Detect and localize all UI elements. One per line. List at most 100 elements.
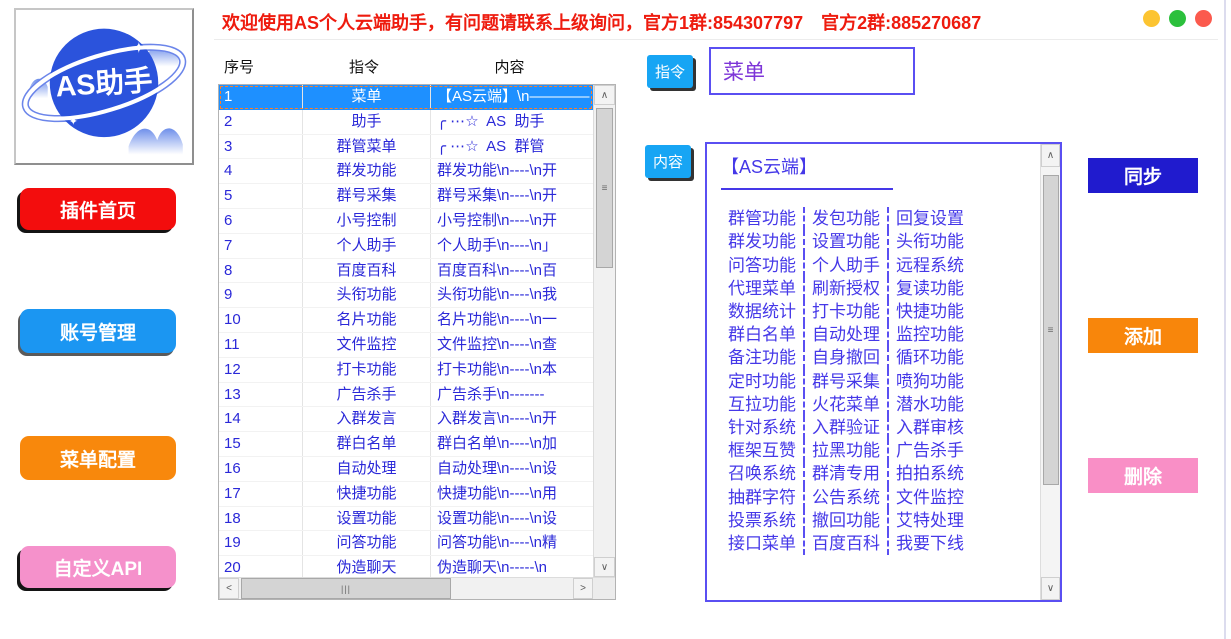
row-cmd: 设置功能: [303, 507, 431, 531]
row-content: 打卡功能\n----\n本: [431, 358, 593, 382]
menu-item: 设置功能: [803, 230, 887, 253]
menu-item: 我要下线: [887, 532, 971, 555]
custom-api-button[interactable]: 自定义API: [20, 546, 176, 588]
menu-item: 框架互赞: [721, 439, 803, 462]
header-number: 序号: [218, 56, 304, 77]
table-row[interactable]: 8 百度百科 百度百科\n----\n百: [219, 259, 593, 284]
table-row[interactable]: 9 头衔功能 头衔功能\n----\n我: [219, 283, 593, 308]
row-cmd: 群号采集: [303, 184, 431, 208]
sync-button[interactable]: 同步: [1088, 158, 1198, 193]
scroll-left-icon[interactable]: <: [219, 578, 239, 599]
row-num: 6: [219, 209, 303, 233]
menu-item: 广告杀手: [887, 439, 971, 462]
table-row[interactable]: 3 群管菜单 ╭ ⋯☆ AS 群管: [219, 135, 593, 160]
menu-item: 互拉功能: [721, 393, 803, 416]
content-label: 内容: [645, 145, 691, 178]
scroll-down-icon[interactable]: ∨: [1041, 577, 1060, 600]
table-row[interactable]: 11 文件监控 文件监控\n----\n查: [219, 333, 593, 358]
scroll-up-icon[interactable]: ∧: [1041, 144, 1060, 167]
row-content: 广告杀手\n-------: [431, 383, 593, 407]
table-row[interactable]: 1 菜单 【AS云端】\n————: [219, 85, 593, 110]
row-cmd: 问答功能: [303, 531, 431, 555]
table-row[interactable]: 14 入群发言 入群发言\n----\n开: [219, 407, 593, 432]
menu-item: 撤回功能: [803, 509, 887, 532]
menu-item: 刷新授权: [803, 277, 887, 300]
table-vertical-scrollbar[interactable]: ∧ ≡ ∨: [593, 85, 615, 577]
row-num: 13: [219, 383, 303, 407]
row-content: 个人助手\n----\n」: [431, 234, 593, 258]
row-num: 5: [219, 184, 303, 208]
row-num: 14: [219, 407, 303, 431]
menu-line: 群发功能设置功能头衔功能: [721, 230, 1036, 253]
content-vertical-scrollbar[interactable]: ∧ ≡ ∨: [1040, 144, 1060, 600]
menu-item: 回复设置: [887, 207, 971, 230]
row-num: 11: [219, 333, 303, 357]
delete-button[interactable]: 删除: [1088, 458, 1198, 493]
table-row[interactable]: 5 群号采集 群号采集\n----\n开: [219, 184, 593, 209]
menu-item: 拉黑功能: [803, 439, 887, 462]
menu-item: 打卡功能: [803, 300, 887, 323]
table-row[interactable]: 15 群白名单 群白名单\n----\n加: [219, 432, 593, 457]
table-row[interactable]: 20 伪造聊天 伪造聊天\n-----\n: [219, 556, 593, 577]
table-horizontal-scrollbar[interactable]: < ||| >: [219, 578, 593, 599]
row-num: 7: [219, 234, 303, 258]
menu-item: 代理菜单: [721, 277, 803, 300]
menu-item: 发包功能: [803, 207, 887, 230]
table-row[interactable]: 4 群发功能 群发功能\n----\n开: [219, 159, 593, 184]
content-editor[interactable]: 【AS云端】 群管功能发包功能回复设置群发功能设置功能头衔功能问答功能个人助手远…: [705, 142, 1062, 602]
row-content: 名片功能\n----\n一: [431, 308, 593, 332]
row-cmd: 打卡功能: [303, 358, 431, 382]
scroll-down-icon[interactable]: ∨: [594, 557, 615, 577]
menu-item: 复读功能: [887, 277, 971, 300]
plugin-home-button[interactable]: 插件首页: [20, 188, 176, 230]
row-num: 20: [219, 556, 303, 577]
menu-item: 喷狗功能: [887, 370, 971, 393]
content-vscroll-thumb[interactable]: ≡: [1043, 175, 1059, 485]
row-content: 【AS云端】\n————: [431, 85, 593, 109]
table-row[interactable]: 19 问答功能 问答功能\n----\n精: [219, 531, 593, 556]
table-row[interactable]: 12 打卡功能 打卡功能\n----\n本: [219, 358, 593, 383]
row-cmd: 入群发言: [303, 407, 431, 431]
svg-text:✦: ✦: [132, 40, 145, 57]
row-num: 10: [219, 308, 303, 332]
account-manage-button[interactable]: 账号管理: [20, 309, 176, 353]
yellow-dot-icon[interactable]: [1143, 10, 1160, 27]
header-content: 内容: [424, 56, 595, 77]
row-cmd: 伪造聊天: [303, 556, 431, 577]
add-button[interactable]: 添加: [1088, 318, 1198, 353]
table-row[interactable]: 6 小号控制 小号控制\n----\n开: [219, 209, 593, 234]
menu-line: 代理菜单刷新授权复读功能: [721, 277, 1036, 300]
row-content: 群号采集\n----\n开: [431, 184, 593, 208]
content-text[interactable]: 【AS云端】 群管功能发包功能回复设置群发功能设置功能头衔功能问答功能个人助手远…: [707, 144, 1040, 600]
row-content: 群发功能\n----\n开: [431, 159, 593, 183]
table-row[interactable]: 7 个人助手 个人助手\n----\n」: [219, 234, 593, 259]
scroll-right-icon[interactable]: >: [573, 578, 593, 599]
table-row[interactable]: 13 广告杀手 广告杀手\n-------: [219, 383, 593, 408]
menu-config-button[interactable]: 菜单配置: [20, 436, 176, 480]
table-row[interactable]: 16 自动处理 自动处理\n----\n设: [219, 457, 593, 482]
table-row[interactable]: 2 助手 ╭ ⋯☆ AS 助手: [219, 110, 593, 135]
table-hscroll-thumb[interactable]: |||: [241, 578, 451, 599]
row-content: 伪造聊天\n-----\n: [431, 556, 593, 577]
row-content: ╭ ⋯☆ AS 群管: [431, 135, 593, 159]
row-num: 8: [219, 259, 303, 283]
menu-line: 群白名单自动处理监控功能: [721, 323, 1036, 346]
menu-item: 个人助手: [803, 254, 887, 277]
table-vscroll-thumb[interactable]: ≡: [596, 108, 613, 268]
row-num: 4: [219, 159, 303, 183]
menu-item: 群管功能: [721, 207, 803, 230]
table-row[interactable]: 17 快捷功能 快捷功能\n----\n用: [219, 482, 593, 507]
red-dot-icon[interactable]: [1195, 10, 1212, 27]
row-cmd: 助手: [303, 110, 431, 134]
green-dot-icon[interactable]: [1169, 10, 1186, 27]
command-table: 1 菜单 【AS云端】\n———— 2 助手 ╭ ⋯☆ AS 助手 3 群管菜单…: [218, 84, 616, 600]
table-row[interactable]: 10 名片功能 名片功能\n----\n一: [219, 308, 593, 333]
menu-line: 投票系统撤回功能艾特处理: [721, 509, 1036, 532]
row-content: 百度百科\n----\n百: [431, 259, 593, 283]
menu-item: 快捷功能: [887, 300, 971, 323]
scroll-up-icon[interactable]: ∧: [594, 85, 615, 105]
menu-item: 投票系统: [721, 509, 803, 532]
table-row[interactable]: 18 设置功能 设置功能\n----\n设: [219, 507, 593, 532]
command-input[interactable]: [709, 47, 915, 95]
row-cmd: 菜单: [303, 85, 431, 109]
